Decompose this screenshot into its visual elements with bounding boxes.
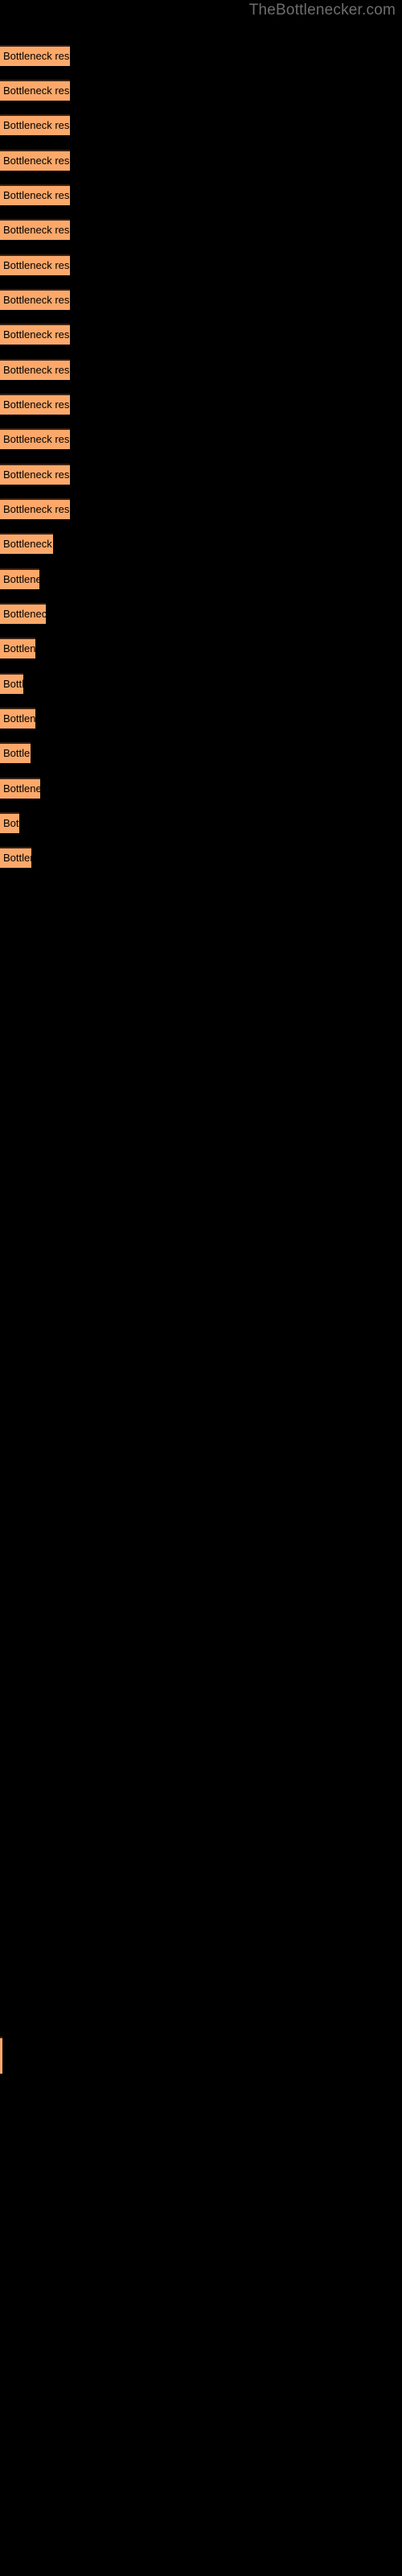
bar-label-4: Bottleneck result	[3, 155, 70, 167]
bar-label-2: Bottleneck result	[3, 85, 70, 97]
bar-label-13: Bottleneck result	[3, 469, 70, 481]
bar-7: Bottleneck result	[0, 254, 70, 275]
site-watermark: TheBottlenecker.com	[248, 2, 396, 19]
bar-24: Bottleneck result	[0, 847, 31, 868]
bar-21: Bottleneck result	[0, 742, 31, 763]
bar-label-8: Bottleneck result	[3, 294, 70, 306]
bar-23: Bottleneck result	[0, 812, 19, 833]
bar-label-9: Bottleneck result	[3, 328, 70, 341]
bar-13: Bottleneck result	[0, 464, 70, 485]
bar-22: Bottleneck result	[0, 778, 40, 799]
bar-25: Bottleneck result	[0, 2037, 2, 2074]
chart-canvas: TheBottlenecker.com Bottleneck result Bot…	[0, 0, 402, 2576]
bar-label-17: Bottleneck result	[3, 608, 46, 620]
bar-label-10: Bottleneck result	[3, 364, 70, 376]
bar-15: Bottleneck result	[0, 533, 53, 554]
bar-label-6: Bottleneck result	[3, 224, 70, 236]
bar-3: Bottleneck result	[0, 114, 70, 135]
bar-label-23: Bottleneck result	[3, 817, 19, 829]
bar-12: Bottleneck result	[0, 428, 70, 449]
bar-5: Bottleneck result	[0, 184, 70, 205]
bar-label-5: Bottleneck result	[3, 189, 70, 201]
bar-11: Bottleneck result	[0, 394, 70, 415]
bar-9: Bottleneck result	[0, 324, 70, 345]
bar-label-21: Bottleneck result	[3, 747, 31, 759]
bar-17: Bottleneck result	[0, 603, 46, 624]
bar-4: Bottleneck result	[0, 150, 70, 171]
bar-label-19: Bottleneck result	[3, 678, 23, 690]
bar-label-14: Bottleneck result	[3, 503, 70, 515]
bar-label-20: Bottleneck result	[3, 712, 35, 724]
bar-1: Bottleneck result	[0, 45, 70, 66]
bar-label-16: Bottleneck result	[3, 573, 39, 585]
bar-6: Bottleneck result	[0, 219, 70, 240]
bar-20: Bottleneck result	[0, 708, 35, 729]
bar-label-24: Bottleneck result	[3, 852, 31, 864]
bar-18: Bottleneck result	[0, 638, 35, 658]
bar-14: Bottleneck result	[0, 498, 70, 519]
bar-label-22: Bottleneck result	[3, 782, 40, 795]
bar-label-1: Bottleneck result	[3, 50, 70, 62]
bar-19: Bottleneck result	[0, 673, 23, 694]
bar-2: Bottleneck result	[0, 80, 70, 101]
bar-label-7: Bottleneck result	[3, 259, 70, 271]
bar-label-11: Bottleneck result	[3, 398, 70, 411]
bar-label-3: Bottleneck result	[3, 119, 70, 131]
bar-8: Bottleneck result	[0, 289, 70, 310]
bar-16: Bottleneck result	[0, 568, 39, 589]
bar-label-12: Bottleneck result	[3, 433, 70, 445]
bar-10: Bottleneck result	[0, 359, 70, 380]
bar-label-18: Bottleneck result	[3, 642, 35, 654]
bar-label-15: Bottleneck result	[3, 538, 53, 550]
